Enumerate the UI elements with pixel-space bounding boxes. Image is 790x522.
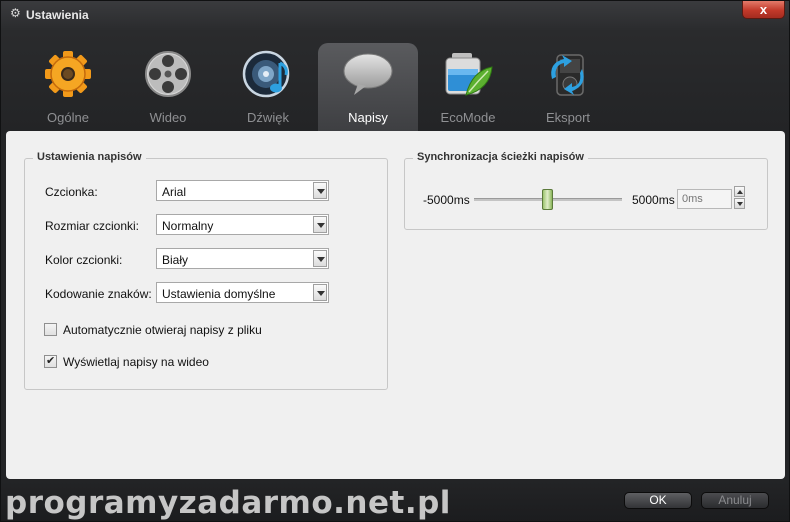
sync-max-label: 5000ms bbox=[632, 193, 675, 207]
device-export-icon bbox=[551, 54, 584, 96]
close-button[interactable]: x bbox=[742, 1, 785, 19]
tab-bar: Ogólne Wideo Dźwięk Napisy EcoMode Ekspo… bbox=[1, 31, 789, 131]
film-reel-icon bbox=[145, 51, 191, 97]
tab-audio-label: Dźwięk bbox=[247, 110, 289, 125]
tab-ecomode[interactable]: EcoMode bbox=[418, 43, 518, 131]
ok-button[interactable]: OK bbox=[624, 492, 692, 509]
watermark: programyzadarmo.net.pl bbox=[5, 485, 451, 521]
chevron-down-icon[interactable] bbox=[313, 182, 327, 199]
chevron-down-icon[interactable] bbox=[313, 216, 327, 233]
tab-subtitles-label: Napisy bbox=[348, 110, 388, 125]
tab-video[interactable]: Wideo bbox=[118, 43, 218, 131]
font-color-label: Kolor czcionki: bbox=[45, 253, 123, 267]
subtitle-settings-legend: Ustawienia napisów bbox=[33, 151, 146, 163]
sync-min-label: -5000ms bbox=[423, 193, 470, 207]
auto-open-label[interactable]: Automatycznie otwieraj napisy z pliku bbox=[63, 323, 262, 337]
settings-panel: Ustawienia napisów Czcionka: Arial Rozmi… bbox=[6, 131, 785, 479]
subtitle-sync-legend: Synchronizacja ścieżki napisów bbox=[413, 151, 588, 163]
chevron-down-icon[interactable] bbox=[313, 250, 327, 267]
gear-icon bbox=[45, 51, 91, 97]
tab-audio[interactable]: Dźwięk bbox=[218, 43, 318, 131]
tab-ecomode-label: EcoMode bbox=[440, 110, 496, 125]
font-color-value: Biały bbox=[162, 253, 189, 267]
tab-general-label: Ogólne bbox=[47, 110, 89, 125]
font-value: Arial bbox=[162, 185, 187, 199]
window-title: Ustawienia bbox=[26, 8, 89, 22]
settings-window: ⚙ Ustawienia x Ogólne Wideo Dźwięk Napis… bbox=[0, 0, 790, 522]
speaker-note-icon bbox=[242, 50, 290, 98]
font-size-dropdown[interactable]: Normalny bbox=[156, 214, 329, 235]
font-color-dropdown[interactable]: Biały bbox=[156, 248, 329, 269]
spin-up-icon[interactable] bbox=[734, 186, 745, 197]
encoding-value: Ustawienia domyślne bbox=[162, 287, 276, 301]
tab-export[interactable]: Eksport bbox=[518, 43, 618, 131]
encoding-dropdown[interactable]: Ustawienia domyślne bbox=[156, 282, 329, 303]
title-bar: ⚙ Ustawienia x bbox=[1, 1, 789, 29]
subtitle-sync-group: Synchronizacja ścieżki napisów -5000ms 5… bbox=[404, 151, 768, 230]
cancel-button[interactable]: Anuluj bbox=[701, 492, 769, 509]
font-size-label: Rozmiar czcionki: bbox=[45, 219, 140, 233]
font-dropdown[interactable]: Arial bbox=[156, 180, 329, 201]
spin-down-icon[interactable] bbox=[734, 198, 745, 209]
show-subtitles-checkbox[interactable] bbox=[44, 354, 57, 368]
font-size-value: Normalny bbox=[162, 219, 214, 233]
show-subtitles-label[interactable]: Wyświetlaj napisy na wideo bbox=[63, 355, 209, 369]
auto-open-checkbox[interactable] bbox=[44, 323, 57, 336]
sync-slider-thumb[interactable] bbox=[542, 189, 553, 210]
sync-offset-input[interactable] bbox=[677, 189, 732, 209]
battery-leaf-icon bbox=[445, 53, 493, 96]
tab-subtitles[interactable]: Napisy bbox=[318, 43, 418, 131]
encoding-label: Kodowanie znaków: bbox=[45, 287, 152, 301]
subtitle-settings-group: Ustawienia napisów Czcionka: Arial Rozmi… bbox=[24, 151, 388, 390]
tab-general[interactable]: Ogólne bbox=[18, 43, 118, 131]
gear-icon: ⚙ bbox=[10, 6, 21, 20]
tab-export-label: Eksport bbox=[545, 110, 591, 125]
chevron-down-icon[interactable] bbox=[313, 284, 327, 301]
tab-video-label: Wideo bbox=[149, 110, 187, 125]
speech-bubble-icon bbox=[343, 53, 393, 95]
font-label: Czcionka: bbox=[45, 185, 98, 199]
